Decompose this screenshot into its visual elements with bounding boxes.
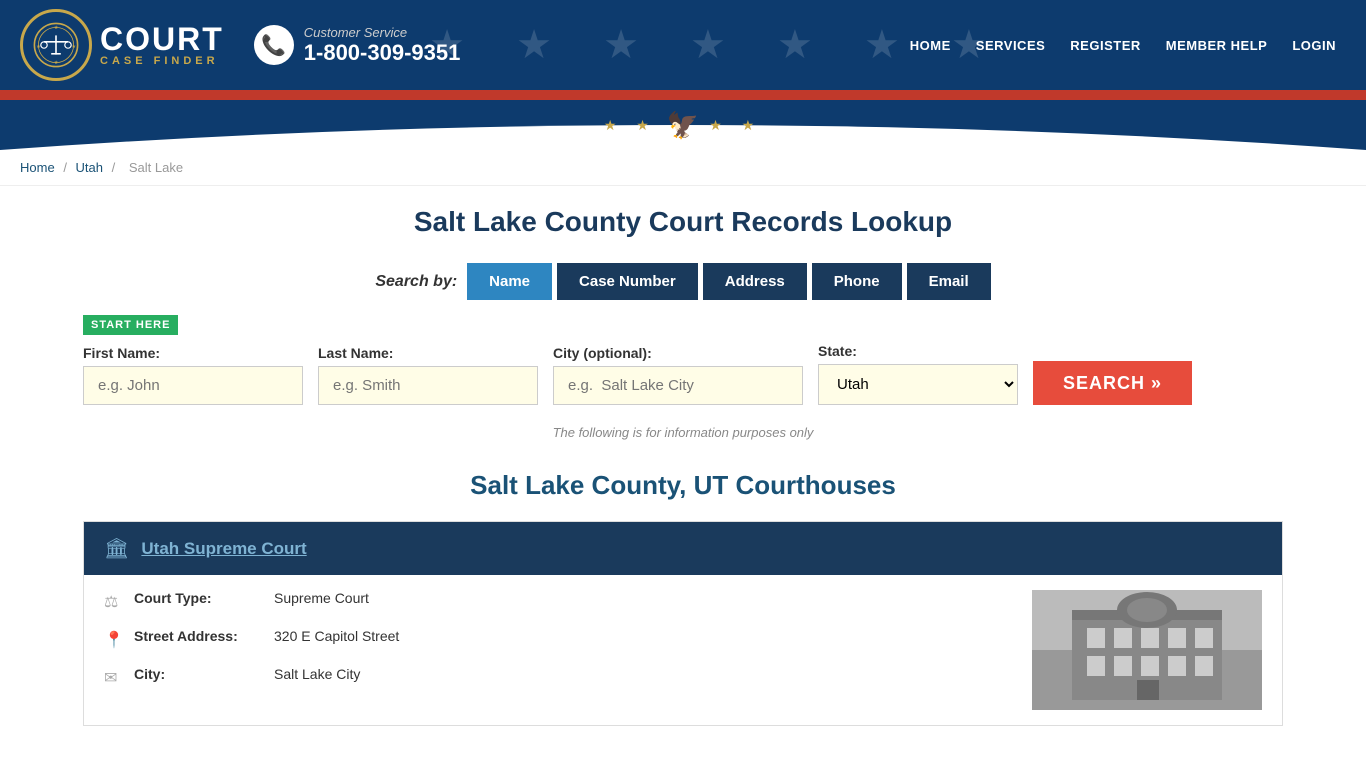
page-title: Salt Lake County Court Records Lookup: [83, 206, 1283, 238]
city-group: City (optional):: [553, 345, 803, 405]
first-name-group: First Name:: [83, 345, 303, 405]
start-here-badge: START HERE: [83, 315, 178, 335]
tab-email[interactable]: Email: [907, 263, 991, 300]
first-name-label: First Name:: [83, 345, 303, 361]
nav-home[interactable]: HOME: [900, 32, 961, 59]
courthouses-title: Salt Lake County, UT Courthouses: [83, 470, 1283, 501]
city-input[interactable]: [553, 366, 803, 405]
form-container: START HERE First Name: Last Name: City (…: [83, 315, 1283, 405]
nav-register[interactable]: REGISTER: [1060, 32, 1150, 59]
courthouse-card-utah-supreme: 🏛 Utah Supreme Court ⚖ Court Type: Supre…: [83, 521, 1283, 726]
logo-text-block: COURT CASE FINDER: [100, 23, 224, 67]
courthouse-info: ⚖ Court Type: Supreme Court 📍 Street Add…: [104, 590, 1012, 710]
street-address-value: 320 E Capitol Street: [274, 628, 399, 644]
court-type-value: Supreme Court: [274, 590, 369, 606]
search-by-label: Search by:: [375, 273, 457, 291]
eagle-center: ★ ★ 🦅 ★ ★: [604, 110, 762, 141]
eagle-banner: ★ ★ 🦅 ★ ★: [0, 100, 1366, 150]
header-phone: 📞 Customer Service 1-800-309-9351: [254, 25, 461, 66]
nav-services[interactable]: SERVICES: [966, 32, 1056, 59]
svg-text:★: ★: [71, 44, 76, 50]
search-by-row: Search by: Name Case Number Address Phon…: [83, 263, 1283, 300]
search-section: Search by: Name Case Number Address Phon…: [83, 263, 1283, 405]
city-label: City (optional):: [553, 345, 803, 361]
logo-tagline: CASE FINDER: [100, 55, 224, 67]
street-address-row: 📍 Street Address: 320 E Capitol Street: [104, 628, 1012, 650]
tab-address[interactable]: Address: [703, 263, 807, 300]
eagle-icon: 🦅: [667, 110, 699, 141]
svg-text:★: ★: [54, 25, 59, 31]
breadcrumb-sep-2: /: [112, 160, 119, 175]
courthouse-building-svg: [1032, 590, 1262, 710]
breadcrumb-salt-lake: Salt Lake: [129, 160, 183, 175]
city-value: Salt Lake City: [274, 666, 360, 682]
last-name-label: Last Name:: [318, 345, 538, 361]
logo-icon: ★ ★ ★ ★: [20, 9, 92, 81]
first-name-input[interactable]: [83, 366, 303, 405]
logo-emblem: ★ ★ ★ ★: [32, 21, 80, 69]
court-type-row: ⚖ Court Type: Supreme Court: [104, 590, 1012, 612]
address-icon: 📍: [104, 630, 124, 650]
eagle-stars-left: ★ ★: [604, 117, 657, 134]
site-logo[interactable]: ★ ★ ★ ★ COURT CASE FINDER: [20, 9, 224, 81]
breadcrumb-sep-1: /: [63, 160, 70, 175]
tab-name[interactable]: Name: [467, 263, 552, 300]
courthouse-body: ⚖ Court Type: Supreme Court 📍 Street Add…: [84, 575, 1282, 725]
breadcrumb-home[interactable]: Home: [20, 160, 55, 175]
main-content: Salt Lake County Court Records Lookup Se…: [43, 186, 1323, 766]
eagle-stars-right: ★ ★: [709, 117, 762, 134]
site-header: ★ ★ ★ ★ COURT CASE FINDER ★ ★ ★ ★ ★ ★ ★ …: [0, 0, 1366, 90]
city-row: ✉ City: Salt Lake City: [104, 666, 1012, 688]
breadcrumb: Home / Utah / Salt Lake: [0, 150, 1366, 186]
courthouse-header: 🏛 Utah Supreme Court: [84, 522, 1282, 575]
red-banner: [0, 90, 1366, 100]
court-type-icon: ⚖: [104, 592, 124, 612]
phone-icon: 📞: [254, 25, 294, 65]
courthouse-image: [1032, 590, 1262, 710]
city-label-info: City:: [134, 666, 264, 682]
main-nav: HOME SERVICES REGISTER MEMBER HELP LOGIN: [900, 32, 1346, 59]
nav-login[interactable]: LOGIN: [1282, 32, 1346, 59]
logo-court-text: COURT: [100, 23, 224, 55]
tab-case-number[interactable]: Case Number: [557, 263, 698, 300]
state-select[interactable]: Utah AlabamaAlaskaArizona ArkansasCalifo…: [818, 364, 1018, 405]
phone-details: Customer Service 1-800-309-9351: [304, 25, 461, 66]
breadcrumb-utah[interactable]: Utah: [76, 160, 103, 175]
state-label: State:: [818, 343, 1018, 359]
state-group: State: Utah AlabamaAlaskaArizona Arkansa…: [818, 343, 1018, 405]
city-icon: ✉: [104, 668, 124, 688]
search-form-row: First Name: Last Name: City (optional): …: [83, 343, 1283, 405]
search-button[interactable]: SEARCH »: [1033, 361, 1192, 405]
last-name-group: Last Name:: [318, 345, 538, 405]
customer-service-label: Customer Service: [304, 25, 461, 40]
tab-phone[interactable]: Phone: [812, 263, 902, 300]
svg-text:★: ★: [54, 60, 59, 66]
info-note: The following is for information purpose…: [83, 425, 1283, 440]
last-name-input[interactable]: [318, 366, 538, 405]
street-address-label: Street Address:: [134, 628, 264, 644]
phone-number: 1-800-309-9351: [304, 40, 461, 66]
courthouse-name-link[interactable]: Utah Supreme Court: [141, 539, 306, 559]
nav-member-help[interactable]: MEMBER HELP: [1156, 32, 1278, 59]
courthouse-icon: 🏛: [104, 536, 129, 561]
court-type-label: Court Type:: [134, 590, 264, 606]
